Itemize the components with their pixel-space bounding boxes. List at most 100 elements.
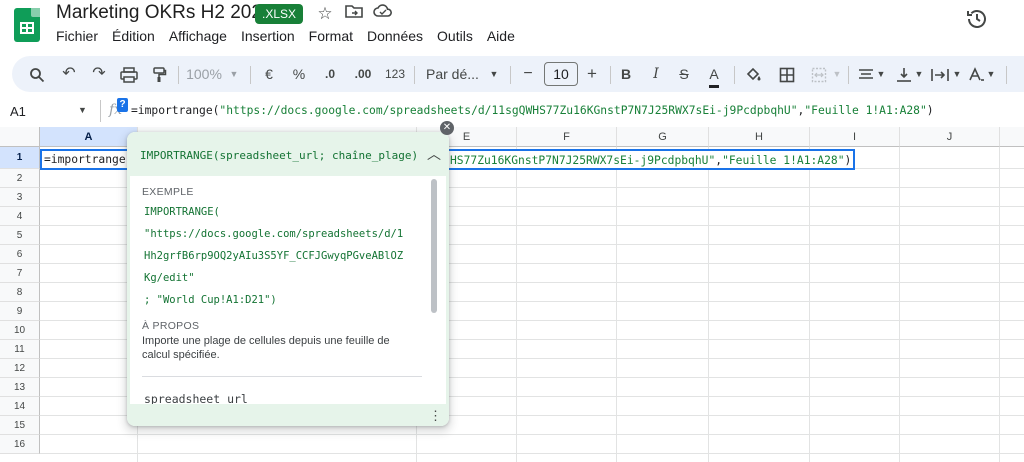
close-popup-icon[interactable]: ✕ [440, 121, 454, 135]
row-header-14[interactable]: 14 [0, 397, 40, 416]
decrease-decimals-button[interactable]: .0 [318, 56, 342, 92]
paint-format-icon[interactable] [148, 56, 170, 92]
more-options-icon[interactable]: ⋮ [429, 408, 442, 424]
text-wrapping-icon[interactable] [930, 56, 950, 92]
row-header-15[interactable]: 15 [0, 416, 40, 435]
column-line [708, 147, 709, 462]
formula-input[interactable]: =importrange("https://docs.google.com/sp… [131, 104, 934, 117]
search-menus-icon[interactable] [26, 56, 48, 92]
example-line: Kg/edit" [144, 272, 195, 284]
about-label: À PROPOS [142, 320, 200, 332]
decrease-font-size-button[interactable]: − [520, 56, 536, 92]
column-header-f[interactable]: F [517, 127, 617, 147]
row-header-12[interactable]: 12 [0, 359, 40, 378]
toolbar-divider [414, 66, 415, 84]
horizontal-align-icon[interactable] [856, 56, 876, 92]
file-format-badge: .XLSX [255, 4, 304, 24]
collapse-chevron-icon[interactable]: ︿ [427, 144, 441, 164]
row-header-7[interactable]: 7 [0, 264, 40, 283]
text-wrapping-dropdown-icon[interactable]: ▼ [952, 56, 962, 92]
row-header-2[interactable]: 2 [0, 169, 40, 188]
row-line [40, 434, 1024, 435]
increase-font-size-button[interactable]: + [584, 56, 600, 92]
column-line [516, 147, 517, 462]
zoom-dropdown-icon[interactable]: ▼ [228, 56, 240, 92]
menu-aide[interactable]: Aide [487, 27, 515, 45]
italic-button[interactable]: I [648, 56, 664, 92]
increase-decimals-button[interactable]: .00 [350, 56, 376, 92]
row-header-3[interactable]: 3 [0, 188, 40, 207]
row-header-10[interactable]: 10 [0, 321, 40, 340]
menu-edition[interactable]: Édition [112, 27, 155, 45]
column-line [899, 147, 900, 462]
text-color-button[interactable]: A [704, 56, 724, 92]
row-header-13[interactable]: 13 [0, 378, 40, 397]
popup-scrollbar[interactable] [431, 179, 437, 313]
column-header-g[interactable]: G [617, 127, 709, 147]
percent-format-button[interactable]: % [290, 56, 308, 92]
bold-button[interactable]: B [618, 56, 634, 92]
text-rotation-icon[interactable] [966, 56, 986, 92]
star-icon[interactable]: ☆ [314, 3, 336, 25]
merge-cells-icon[interactable] [808, 56, 830, 92]
function-help-header[interactable]: IMPORTRANGE(spreadsheet_url; chaîne_plag… [127, 132, 449, 176]
redo-icon[interactable]: ↷ [88, 56, 110, 92]
document-title[interactable]: Marketing OKRs H2 2022 [56, 2, 273, 24]
select-all-corner[interactable] [0, 127, 40, 147]
row-header-5[interactable]: 5 [0, 226, 40, 245]
row-header-6[interactable]: 6 [0, 245, 40, 264]
column-header-i[interactable]: I [810, 127, 900, 147]
cell-formula-prefix: =importrange [44, 153, 126, 166]
menu-insertion[interactable]: Insertion [241, 27, 295, 45]
zoom-select[interactable]: 100% [184, 56, 224, 92]
menu-format[interactable]: Format [309, 27, 353, 45]
menu-outils[interactable]: Outils [437, 27, 473, 45]
menu-fichier[interactable]: Fichier [56, 27, 98, 45]
row-header-8[interactable]: 8 [0, 283, 40, 302]
column-header-h[interactable]: H [709, 127, 810, 147]
font-family-select[interactable]: Par dé... [426, 56, 482, 92]
merge-dropdown-icon[interactable]: ▼ [832, 56, 842, 92]
cell-formula-end: ) [844, 154, 852, 167]
row-header-16[interactable]: 16 [0, 435, 40, 454]
formula-suffix: ) [926, 104, 934, 117]
move-folder-icon[interactable] [343, 3, 365, 25]
number-format-button[interactable]: 123 [382, 56, 408, 92]
function-help-body: EXEMPLE IMPORTRANGE( "https://docs.googl… [127, 176, 449, 406]
sheets-logo-icon[interactable] [14, 8, 40, 42]
name-box-dropdown-icon[interactable]: ▼ [78, 105, 87, 115]
name-box[interactable]: A1 [10, 104, 26, 119]
column-header-a[interactable]: A [40, 127, 138, 147]
formula-help-icon[interactable]: ? [117, 98, 128, 112]
toolbar-divider [848, 66, 849, 84]
menu-affichage[interactable]: Affichage [169, 27, 227, 45]
borders-icon[interactable] [776, 56, 798, 92]
undo-icon[interactable]: ↶ [58, 56, 80, 92]
row-header-9[interactable]: 9 [0, 302, 40, 321]
row-header-4[interactable]: 4 [0, 207, 40, 226]
cell-formula-range: "Feuille 1!A1:A28" [722, 154, 845, 167]
row-header-11[interactable]: 11 [0, 340, 40, 359]
menu-donnees[interactable]: Données [367, 27, 423, 45]
toolbar-divider [510, 66, 511, 84]
toolbar-divider [178, 66, 179, 84]
strikethrough-button[interactable]: S [676, 56, 692, 92]
fill-color-icon[interactable] [742, 56, 764, 92]
row-header-1[interactable]: 1 [0, 147, 40, 169]
font-family-dropdown-icon[interactable]: ▼ [488, 56, 500, 92]
toolbar: ↶ ↷ 100% ▼ € % .0 .00 123 Par dé... ▼ − … [12, 56, 1024, 92]
column-header-j[interactable]: J [900, 127, 1000, 147]
example-line: IMPORTRANGE( [144, 206, 220, 218]
text-rotation-dropdown-icon[interactable]: ▼ [986, 56, 996, 92]
currency-format-button[interactable]: € [260, 56, 278, 92]
example-line: Hh2grfB6rp9OQ2yAIu3S5YF_CCFJGwyqPGveABlO… [144, 250, 404, 262]
vertical-align-dropdown-icon[interactable]: ▼ [914, 56, 924, 92]
column-header-k[interactable] [1000, 127, 1024, 147]
function-help-footer: ⋮ [127, 404, 449, 426]
print-icon[interactable] [118, 56, 140, 92]
version-history-icon[interactable] [964, 6, 990, 32]
font-size-input[interactable]: 10 [544, 62, 578, 86]
cloud-saved-icon[interactable] [372, 3, 394, 25]
vertical-align-icon[interactable] [894, 56, 914, 92]
horizontal-align-dropdown-icon[interactable]: ▼ [876, 56, 886, 92]
